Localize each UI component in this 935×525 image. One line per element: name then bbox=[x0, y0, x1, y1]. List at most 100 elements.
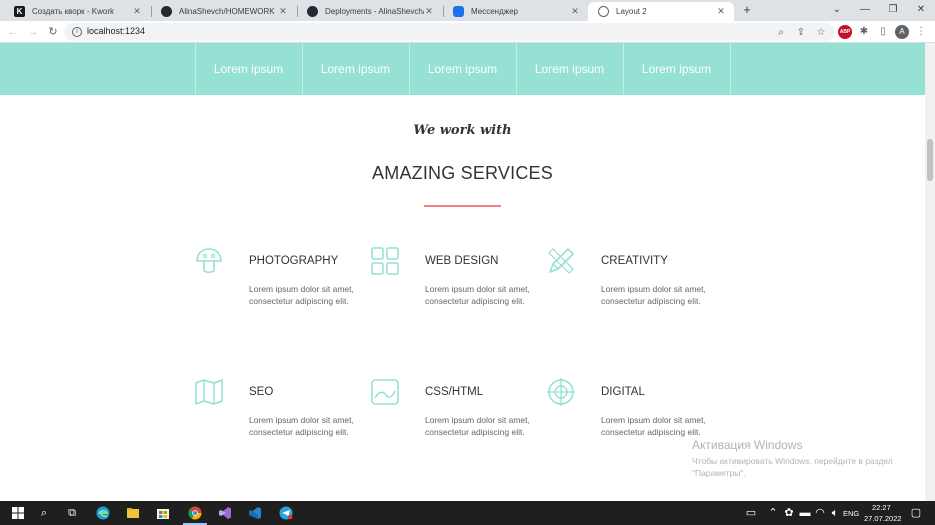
service-desc-line: consectetur adipiscing elit. bbox=[249, 296, 349, 306]
service-desc: Lorem ipsum dolor sit amet, consectetur … bbox=[249, 283, 379, 307]
edge-icon[interactable] bbox=[95, 505, 111, 521]
service-desc-line: Lorem ipsum dolor sit amet, bbox=[425, 415, 530, 425]
crosshair-icon bbox=[547, 378, 575, 406]
service-desc: Lorem ipsum dolor sit amet, consectetur … bbox=[249, 414, 379, 438]
service-title-photography: PHOTOGRAPHY bbox=[249, 255, 339, 267]
close-icon[interactable]: ✕ bbox=[132, 6, 142, 17]
top-nav-band: Lorem ipsum Lorem ipsum Lorem ipsum Lore… bbox=[0, 43, 925, 95]
service-title-creativity: CREATIVITY bbox=[601, 255, 668, 267]
section-subtitle: We work with bbox=[413, 123, 512, 138]
close-icon[interactable]: ✕ bbox=[424, 6, 434, 17]
visual-studio-icon[interactable] bbox=[217, 505, 233, 521]
screen: K Создать кворк - Kwork ✕ AlinaShevch/HO… bbox=[0, 0, 935, 525]
service-desc: Lorem ipsum dolor sit amet, consectetur … bbox=[425, 283, 555, 307]
title-underline bbox=[424, 205, 501, 207]
task-view-icon[interactable]: ⧉ bbox=[64, 505, 80, 521]
window-close-button[interactable]: ✕ bbox=[907, 0, 935, 21]
tray-window-icon[interactable]: ▭ bbox=[743, 505, 759, 521]
nav-item[interactable]: Lorem ipsum bbox=[409, 43, 516, 95]
page-scrollbar[interactable] bbox=[925, 43, 935, 501]
menu-kebab-icon[interactable]: ⋮ bbox=[914, 25, 928, 39]
zoom-icon[interactable]: ⌕ bbox=[774, 26, 788, 40]
service-desc-line: consectetur adipiscing elit. bbox=[425, 296, 525, 306]
tab-layout-2[interactable]: Layout 2 ✕ bbox=[588, 2, 734, 21]
windows-taskbar: ⌕ ⧉ ▭ ⌃ ✿ ▬ ◠ 🔈︎ ENG 22:27 27.07.2022 ▢ bbox=[0, 501, 935, 525]
messenger-icon bbox=[453, 6, 464, 17]
minimize-button[interactable]: — bbox=[851, 0, 879, 21]
maximize-button[interactable]: ❐ bbox=[879, 0, 907, 21]
profile-avatar[interactable]: A bbox=[895, 25, 909, 39]
new-tab-button[interactable]: + bbox=[739, 2, 755, 18]
service-title-digital: DIGITAL bbox=[601, 386, 645, 398]
tab-strip: K Создать кворк - Kwork ✕ AlinaShevch/HO… bbox=[0, 0, 935, 21]
chevron-down-icon[interactable]: ⌄ bbox=[823, 0, 851, 21]
clock-date[interactable]: 27.07.2022 bbox=[864, 514, 902, 523]
service-desc: Lorem ipsum dolor sit amet, consectetur … bbox=[425, 414, 555, 438]
back-button[interactable]: ← bbox=[5, 24, 21, 40]
tab-title: AlinaShevch/HOMEWORK bbox=[179, 7, 275, 16]
windows-start-icon[interactable] bbox=[10, 505, 26, 521]
kwork-icon: K bbox=[14, 6, 25, 17]
windows-activation-title: Активация Windows bbox=[692, 438, 803, 452]
store-icon[interactable] bbox=[155, 505, 171, 521]
map-icon bbox=[195, 379, 223, 405]
service-desc-line: Lorem ipsum dolor sit amet, bbox=[249, 284, 354, 294]
service-desc: Lorem ipsum dolor sit amet, consectetur … bbox=[601, 283, 731, 307]
forward-button[interactable]: → bbox=[25, 24, 41, 40]
tray-chevron-up-icon[interactable]: ⌃ bbox=[765, 505, 781, 521]
service-desc-line: consectetur adipiscing elit. bbox=[601, 296, 701, 306]
service-desc-line: consectetur adipiscing elit. bbox=[601, 427, 701, 437]
windows-activation-subtitle: Чтобы активировать Windows, перейдите в … bbox=[692, 456, 893, 478]
notifications-icon[interactable]: ▢ bbox=[908, 505, 924, 521]
service-desc-line: consectetur adipiscing elit. bbox=[425, 427, 525, 437]
github-icon bbox=[161, 6, 172, 17]
adblock-icon[interactable]: ABP bbox=[838, 25, 852, 39]
page-viewport: Lorem ipsum Lorem ipsum Lorem ipsum Lore… bbox=[0, 43, 935, 501]
side-panel-icon[interactable]: ▯ bbox=[876, 25, 890, 39]
nav-item[interactable]: Lorem ipsum bbox=[516, 43, 623, 95]
extensions-puzzle-icon[interactable]: ✱ bbox=[857, 25, 871, 39]
pencil-ruler-icon bbox=[548, 248, 574, 274]
tab-homework[interactable]: AlinaShevch/HOMEWORK ✕ bbox=[151, 2, 296, 21]
reload-button[interactable]: ↻ bbox=[45, 24, 61, 40]
clock-time[interactable]: 22:27 bbox=[872, 503, 891, 512]
service-desc-line: consectetur adipiscing elit. bbox=[249, 427, 349, 437]
url-text: localhost:1234 bbox=[87, 26, 146, 36]
tab-title: Мессенджер bbox=[471, 7, 518, 16]
tab-messenger[interactable]: Мессенджер ✕ bbox=[443, 2, 588, 21]
chrome-icon[interactable] bbox=[187, 505, 203, 521]
vscode-icon[interactable] bbox=[247, 505, 263, 521]
nav-item[interactable]: Lorem ipsum bbox=[195, 43, 302, 95]
close-icon[interactable]: ✕ bbox=[716, 6, 726, 17]
tab-kwork[interactable]: K Создать кворк - Kwork ✕ bbox=[4, 2, 150, 21]
image-icon bbox=[371, 379, 399, 405]
scrollbar-thumb[interactable] bbox=[927, 139, 933, 181]
service-title-seo: SEO bbox=[249, 386, 274, 398]
globe-icon bbox=[598, 6, 609, 17]
service-desc-line: Lorem ipsum dolor sit amet, bbox=[601, 284, 706, 294]
tab-title: Deployments - AlinaShevch/mod bbox=[325, 7, 424, 16]
service-desc-line: Lorem ipsum dolor sit amet, bbox=[249, 415, 354, 425]
service-desc: Lorem ipsum dolor sit amet, consectetur … bbox=[601, 414, 731, 438]
share-icon[interactable]: ⇪ bbox=[794, 26, 808, 40]
info-icon[interactable]: i bbox=[72, 27, 82, 37]
battery-icon[interactable]: ▬ bbox=[797, 505, 813, 521]
nav-item[interactable]: Lorem ipsum bbox=[623, 43, 730, 95]
search-icon[interactable]: ⌕ bbox=[36, 505, 52, 521]
service-title-web-design: WEB DESIGN bbox=[425, 255, 499, 267]
telegram-icon[interactable] bbox=[278, 505, 294, 521]
file-explorer-icon[interactable] bbox=[125, 505, 141, 521]
language-indicator[interactable]: ENG bbox=[843, 509, 859, 518]
close-icon[interactable]: ✕ bbox=[278, 6, 288, 17]
service-title-css-html: CSS/HTML bbox=[425, 386, 484, 398]
service-desc-line: Lorem ipsum dolor sit amet, bbox=[425, 284, 530, 294]
nav-item[interactable]: Lorem ipsum bbox=[302, 43, 409, 95]
tab-deployments[interactable]: Deployments - AlinaShevch/mod ✕ bbox=[297, 2, 442, 21]
volume-icon[interactable]: 🔈︎ bbox=[827, 505, 843, 521]
bookmark-star-icon[interactable]: ☆ bbox=[814, 26, 828, 40]
tray-app-icon[interactable]: ✿ bbox=[781, 505, 797, 521]
tab-title: Layout 2 bbox=[616, 7, 647, 16]
close-icon[interactable]: ✕ bbox=[570, 6, 580, 17]
address-bar[interactable]: i localhost:1234 ⌕ ⇪ ☆ bbox=[64, 23, 834, 41]
wifi-icon[interactable]: ◠ bbox=[812, 505, 828, 521]
